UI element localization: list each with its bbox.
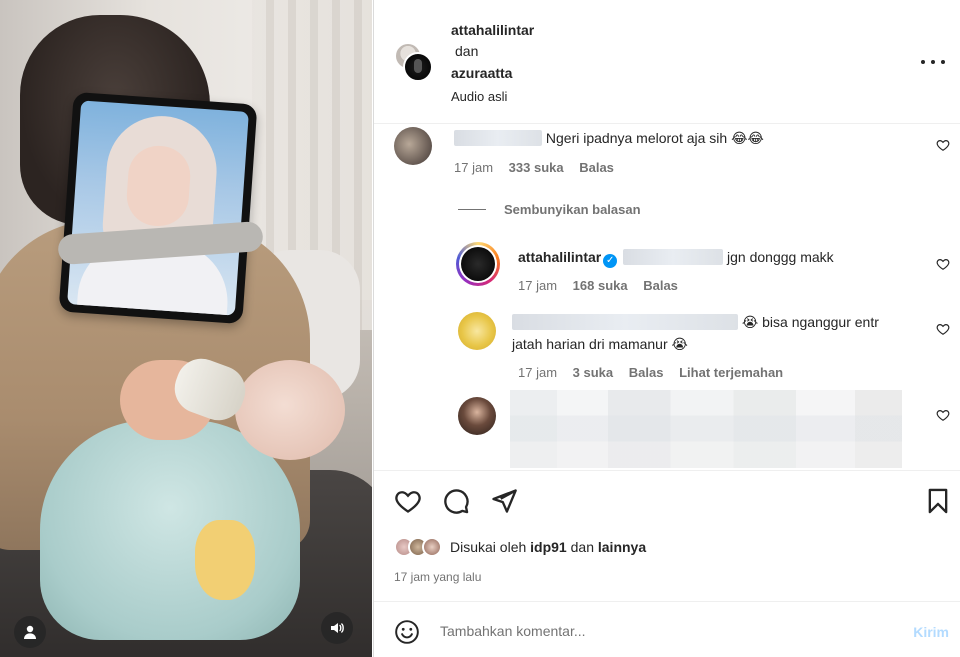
heart-outline-icon[interactable] xyxy=(936,408,950,422)
post-header: attahalilintar dan azuraatta Audio asli xyxy=(374,0,960,124)
media-baby-head xyxy=(235,360,345,460)
post-media[interactable] xyxy=(0,0,372,657)
verified-icon: ✓ xyxy=(603,254,618,268)
hide-replies-button[interactable]: Sembunyikan balasan xyxy=(458,202,641,217)
bookmark-icon[interactable] xyxy=(924,487,952,515)
avatar-image xyxy=(461,247,495,281)
post-details-panel: attahalilintar dan azuraatta Audio asli … xyxy=(373,0,960,657)
reply-time[interactable]: 17 jam xyxy=(518,365,557,380)
heart-outline-icon[interactable] xyxy=(936,138,950,152)
comment-likes[interactable]: 333 suka xyxy=(509,160,564,175)
audio-toggle-button[interactable] xyxy=(321,612,353,644)
likes-text: Disukai oleh idp91 dan lainnya xyxy=(450,539,646,555)
redacted-mention xyxy=(623,249,724,265)
reply-text-line1: 😭 bisa nganggur entr xyxy=(741,314,879,330)
tagged-users-button[interactable] xyxy=(14,616,46,648)
collab-username[interactable]: azuraatta xyxy=(451,65,512,81)
likes-prefix: Disukai oleh xyxy=(450,539,527,555)
reply-meta: 17 jam 168 suka Balas xyxy=(518,278,690,293)
more-dot xyxy=(931,60,935,64)
avatar[interactable] xyxy=(456,242,500,286)
avatar xyxy=(422,537,442,557)
user-icon xyxy=(24,625,36,639)
comment-bubble-icon[interactable] xyxy=(442,487,470,515)
comment-composer: Kirim xyxy=(374,601,960,657)
more-options-button[interactable] xyxy=(921,52,945,72)
redacted-comment xyxy=(510,390,902,468)
reply-body: 😭 bisa nganggur entr jatah harian dri ma… xyxy=(512,311,922,355)
heart-icon[interactable] xyxy=(394,487,422,515)
likes-and: dan xyxy=(570,539,594,555)
likes-others[interactable]: lainnya xyxy=(598,539,646,555)
reply-likes[interactable]: 168 suka xyxy=(573,278,628,293)
author-conjunction: dan xyxy=(455,43,479,59)
post-actions: Disukai oleh idp91 dan lainnya 17 jam ya… xyxy=(374,470,960,600)
smiley-icon[interactable] xyxy=(394,619,420,645)
reply-text-line2: jatah harian dri mamanur 😭 xyxy=(512,336,688,352)
reply-likes[interactable]: 3 suka xyxy=(573,365,613,380)
author-avatars[interactable] xyxy=(394,42,436,84)
paper-plane-icon[interactable] xyxy=(490,487,518,515)
avatar[interactable] xyxy=(394,127,432,165)
comments-list[interactable]: Ngeri ipadnya melorot aja sih 😂😂 17 jam … xyxy=(374,125,960,470)
author-username[interactable]: attahalilintar xyxy=(451,22,534,38)
reply-meta: 17 jam 3 suka Balas Lihat terjemahan xyxy=(518,365,795,380)
comment-body: Ngeri ipadnya melorot aja sih 😂😂 xyxy=(454,127,894,149)
heart-outline-icon[interactable] xyxy=(936,257,950,271)
comment-text: Ngeri ipadnya melorot aja sih 😂😂 xyxy=(545,130,764,146)
post-comment-button[interactable]: Kirim xyxy=(913,624,949,640)
redacted-username xyxy=(454,130,542,146)
reply-text: jgn donggg makk xyxy=(727,249,834,265)
likes-summary[interactable]: Disukai oleh idp91 dan lainnya xyxy=(394,537,646,557)
avatar[interactable] xyxy=(458,397,496,435)
redacted-username xyxy=(512,314,738,330)
more-dot xyxy=(941,60,945,64)
avatar[interactable] xyxy=(403,52,433,82)
speaker-icon xyxy=(331,623,344,633)
tablet-screen xyxy=(67,100,249,316)
comment-input[interactable] xyxy=(440,620,880,642)
avatar-ring xyxy=(459,245,497,283)
media-pineapple-print xyxy=(195,520,255,600)
reply-time[interactable]: 17 jam xyxy=(518,278,557,293)
reply-button[interactable]: Balas xyxy=(579,160,614,175)
avatar[interactable] xyxy=(458,312,496,350)
media-tablet xyxy=(58,91,258,325)
heart-outline-icon[interactable] xyxy=(936,322,950,336)
comment-time[interactable]: 17 jam xyxy=(454,160,493,175)
likes-username[interactable]: idp91 xyxy=(530,539,567,555)
comment-meta: 17 jam 333 suka Balas xyxy=(454,160,626,175)
reply-body: attahalilintar ✓ jgn donggg makk xyxy=(518,246,918,268)
reply-username[interactable]: attahalilintar xyxy=(518,249,601,265)
see-translation-button[interactable]: Lihat terjemahan xyxy=(679,365,783,380)
reply-button[interactable]: Balas xyxy=(643,278,678,293)
post-timestamp[interactable]: 17 jam yang lalu xyxy=(394,570,481,584)
reply-button[interactable]: Balas xyxy=(629,365,664,380)
audio-link[interactable]: Audio asli xyxy=(451,89,507,104)
more-horizontal-icon xyxy=(921,60,925,64)
